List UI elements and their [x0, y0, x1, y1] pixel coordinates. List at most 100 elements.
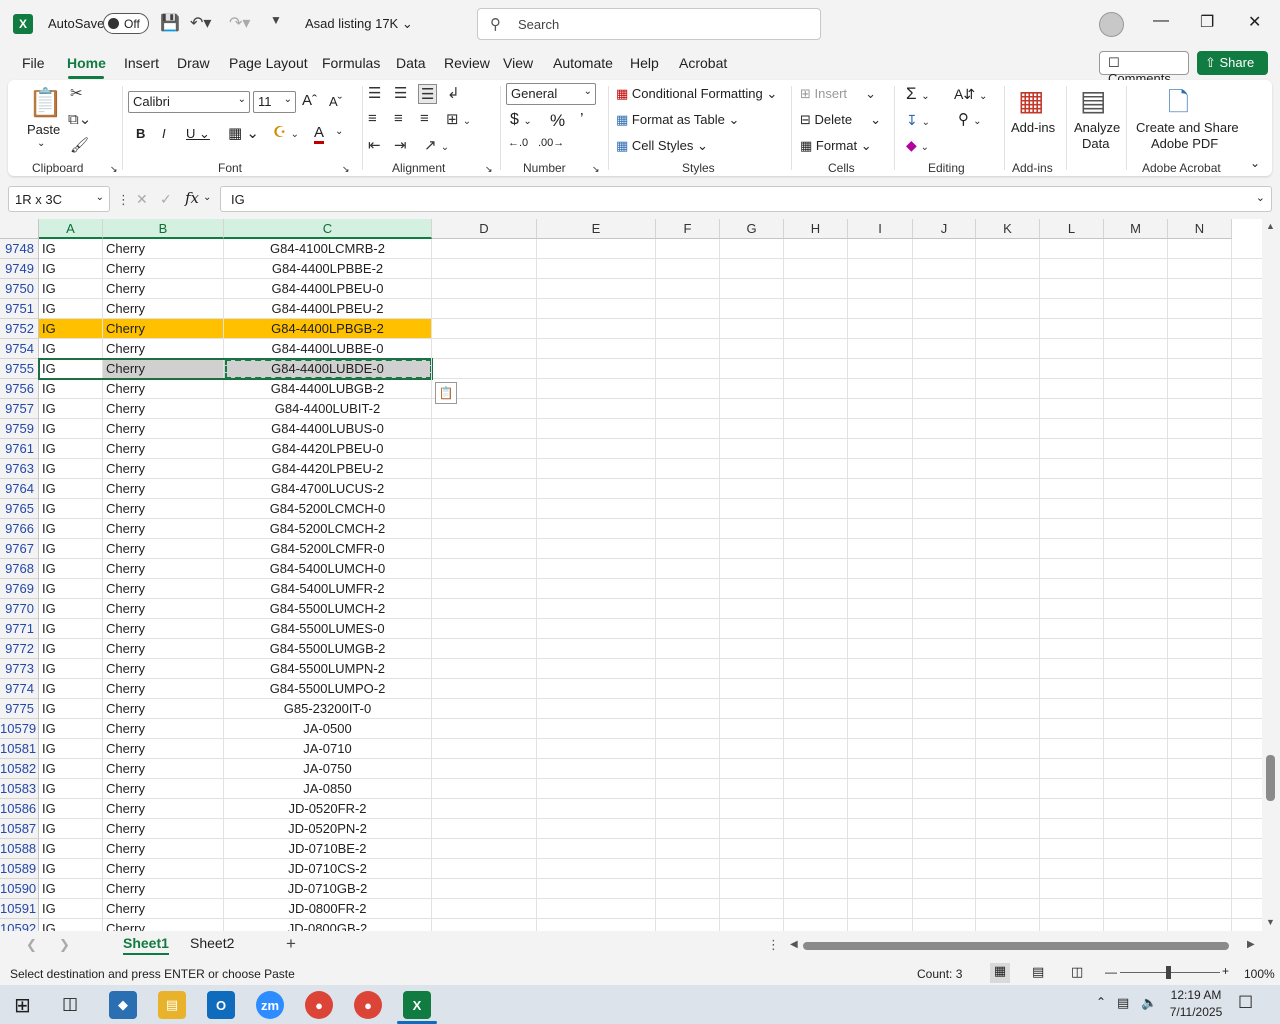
cell-a[interactable]: IG	[39, 599, 103, 619]
row-header[interactable]: 10590	[0, 879, 39, 899]
cell-b[interactable]: Cherry	[103, 439, 224, 459]
row-header[interactable]: 9754	[0, 339, 39, 359]
cell-c[interactable]: G84-4100LCMRB-2	[224, 239, 432, 259]
cell-a[interactable]: IG	[39, 519, 103, 539]
customize-toolbar-icon[interactable]: ▼	[270, 13, 282, 27]
italic-icon[interactable]: I	[162, 126, 166, 141]
increase-indent-icon[interactable]: ⇥	[394, 136, 407, 154]
cell-a[interactable]: IG	[39, 379, 103, 399]
autosum-icon[interactable]: Σ ⌄	[906, 84, 930, 104]
cell-b[interactable]: Cherry	[103, 739, 224, 759]
column-header-a[interactable]: A	[39, 219, 103, 239]
scroll-right-icon[interactable]: ▶	[1247, 939, 1255, 950]
cell-b[interactable]: Cherry	[103, 659, 224, 679]
format-painter-icon[interactable]: 🖌	[70, 136, 89, 154]
enter-icon[interactable]: ✓	[160, 191, 172, 208]
currency-icon[interactable]: $ ⌄	[510, 111, 532, 129]
select-all-corner[interactable]	[0, 219, 39, 239]
column-header-b[interactable]: B	[103, 219, 224, 239]
cell-b[interactable]: Cherry	[103, 479, 224, 499]
volume-icon[interactable]: 🔈	[1141, 995, 1157, 1011]
tab-insert[interactable]: Insert	[124, 55, 159, 71]
align-middle-icon[interactable]: ☰	[394, 84, 407, 102]
cell-c[interactable]: G84-4420LPBEU-0	[224, 439, 432, 459]
row-header[interactable]: 9751	[0, 299, 39, 319]
chrome-icon[interactable]: ●	[305, 991, 333, 1019]
increase-decimal-icon[interactable]: ←.0	[508, 137, 528, 149]
windows-start-icon[interactable]: ⊞	[14, 993, 31, 1018]
formula-bar-menu-icon[interactable]: ⋮	[117, 192, 130, 208]
cell-c[interactable]: G84-5500LUMCH-2	[224, 599, 432, 619]
number-launcher-icon[interactable]: ↘	[592, 164, 600, 175]
tab-data[interactable]: Data	[396, 55, 426, 71]
conditional-formatting-button[interactable]: ▦ Conditional Formatting ⌄	[616, 86, 777, 102]
clock-time[interactable]: 12:19 AM	[1168, 988, 1224, 1002]
expand-formula-icon[interactable]: ⌄	[1256, 191, 1265, 204]
cell-b[interactable]: Cherry	[103, 239, 224, 259]
cell-b[interactable]: Cherry	[103, 839, 224, 859]
fill-icon[interactable]: ↧ ⌄	[906, 112, 930, 129]
cell-c[interactable]: G84-4400LPBEU-2	[224, 299, 432, 319]
column-header-n[interactable]: N	[1168, 219, 1232, 239]
cell-a[interactable]: IG	[39, 739, 103, 759]
underline-icon[interactable]: U ⌄	[186, 126, 210, 142]
row-header[interactable]: 9769	[0, 579, 39, 599]
align-top-icon[interactable]: ☰	[368, 84, 381, 102]
cell-c[interactable]: JD-0710BE-2	[224, 839, 432, 859]
tab-formulas[interactable]: Formulas	[322, 55, 380, 71]
column-header-l[interactable]: L	[1040, 219, 1104, 239]
column-header-c[interactable]: C	[224, 219, 432, 239]
cell-b[interactable]: Cherry	[103, 259, 224, 279]
cell-a[interactable]: IG	[39, 619, 103, 639]
create-pdf-button[interactable]: Create and Share	[1136, 120, 1239, 135]
horizontal-scroll-thumb[interactable]	[803, 942, 1229, 950]
cell-b[interactable]: Cherry	[103, 619, 224, 639]
cell-c[interactable]: G84-5500LUMES-0	[224, 619, 432, 639]
cell-c[interactable]: G84-5500LUMGB-2	[224, 639, 432, 659]
add-ins-icon[interactable]: ▦	[1018, 84, 1044, 117]
cancel-icon[interactable]: ✕	[136, 191, 148, 208]
sheet-tab-sheet1[interactable]: Sheet1	[123, 935, 169, 955]
cell-b[interactable]: Cherry	[103, 599, 224, 619]
decrease-decimal-icon[interactable]: .00→	[538, 137, 564, 149]
row-header[interactable]: 9764	[0, 479, 39, 499]
cell-styles-button[interactable]: ▦ Cell Styles ⌄	[616, 138, 708, 154]
cell-c[interactable]: G85-23200IT-0	[224, 699, 432, 719]
bold-icon[interactable]: B	[136, 126, 145, 141]
scroll-up-icon[interactable]: ▲	[1266, 221, 1275, 231]
cell-a[interactable]: IG	[39, 279, 103, 299]
tab-automate[interactable]: Automate	[553, 55, 613, 71]
cell-b[interactable]: Cherry	[103, 279, 224, 299]
share-button[interactable]: ⇧ Share ⌄	[1197, 51, 1268, 86]
row-header[interactable]: 9750	[0, 279, 39, 299]
column-header-i[interactable]: I	[848, 219, 913, 239]
collapse-ribbon-icon[interactable]: ⌄	[1250, 156, 1260, 170]
autosave-toggle[interactable]: Off	[103, 13, 149, 34]
tab-review[interactable]: Review	[444, 55, 490, 71]
cell-b[interactable]: Cherry	[103, 419, 224, 439]
cell-b[interactable]: Cherry	[103, 579, 224, 599]
orientation-icon[interactable]: ↗ ⌄	[424, 136, 449, 154]
cell-b[interactable]: Cherry	[103, 639, 224, 659]
cell-c[interactable]: G84-5200LCMCH-0	[224, 499, 432, 519]
clear-icon[interactable]: ◆ ⌄	[906, 137, 929, 154]
cell-b[interactable]: Cherry	[103, 899, 224, 919]
fill-color-icon[interactable]: ☪ ⌄	[273, 123, 299, 141]
number-format-combo[interactable]: General ⌄	[506, 83, 596, 105]
prev-sheet-icon[interactable]: ❮	[26, 937, 37, 953]
alignment-launcher-icon[interactable]: ↘	[485, 164, 493, 175]
row-header[interactable]: 9761	[0, 439, 39, 459]
cell-c[interactable]: G84-4400LUBIT-2	[224, 399, 432, 419]
decrease-indent-icon[interactable]: ⇤	[368, 136, 381, 154]
add-ins-button[interactable]: Add-ins	[1011, 120, 1055, 135]
row-header[interactable]: 9765	[0, 499, 39, 519]
redo-icon[interactable]: ↷▾	[229, 13, 250, 33]
font-launcher-icon[interactable]: ↘	[342, 164, 350, 175]
cell-b[interactable]: Cherry	[103, 339, 224, 359]
font-color-icon[interactable]: A	[314, 124, 325, 144]
column-header-f[interactable]: F	[656, 219, 720, 239]
align-bottom-icon[interactable]: ☰	[418, 84, 438, 104]
row-header[interactable]: 10591	[0, 899, 39, 919]
column-header-e[interactable]: E	[537, 219, 656, 239]
cell-a[interactable]: IG	[39, 899, 103, 919]
